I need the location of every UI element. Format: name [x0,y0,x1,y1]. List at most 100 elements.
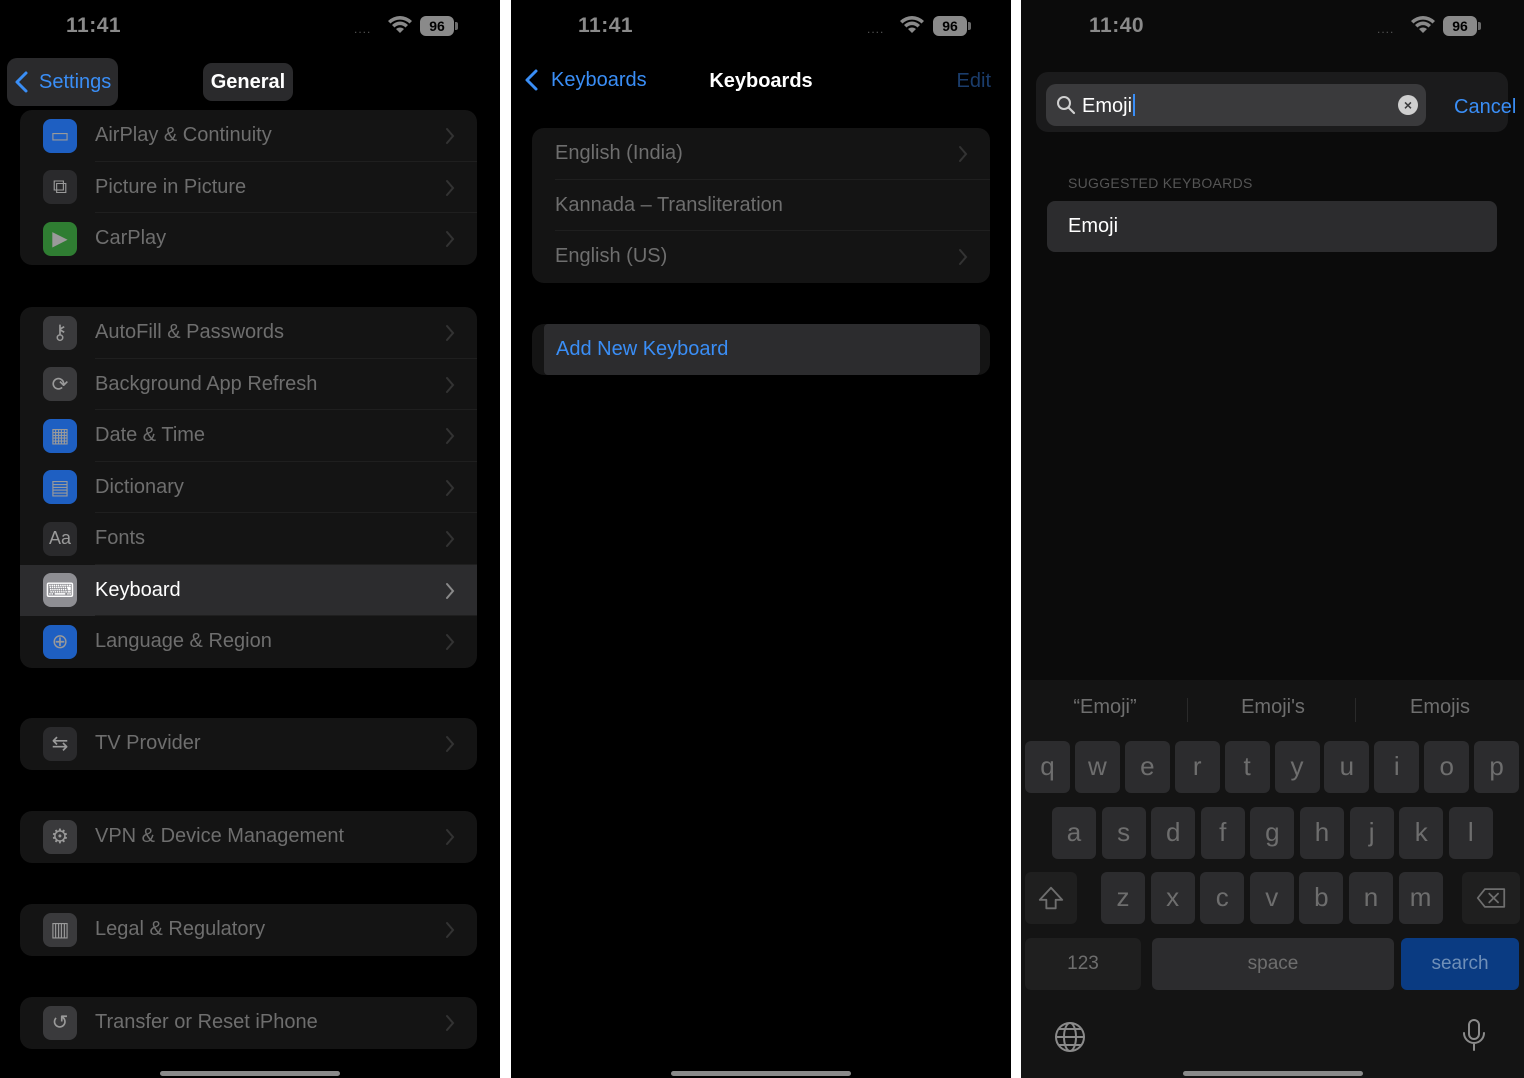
nav-bar: Settings General [0,58,500,106]
letter-key[interactable]: s [1101,807,1146,859]
letter-key[interactable]: l [1448,807,1493,859]
status-time: 11:40 [1089,14,1145,37]
chevron-right-icon [446,179,455,196]
keyboard-row-label: English (US) [555,245,668,268]
letter-key[interactable]: e [1124,741,1170,793]
letter-key[interactable]: h [1300,807,1344,859]
shift-key[interactable] [1025,872,1077,924]
cellular-signal-icon: .... [1377,22,1395,36]
settings-row[interactable]: ▥ Legal & Regulatory [20,904,477,956]
prediction-1[interactable]: “Emoji” [1025,696,1185,724]
letter-key[interactable]: y [1274,741,1320,793]
add-new-keyboard-button[interactable]: Add New Keyboard [544,324,980,375]
settings-row[interactable]: ⊕ Language & Region [20,616,477,668]
battery-indicator: 96 [1443,16,1481,36]
letter-key[interactable]: f [1200,807,1245,859]
space-key[interactable]: space [1152,938,1394,990]
letter-key[interactable]: o [1424,741,1470,793]
letter-key[interactable]: b [1299,872,1344,924]
numbers-key[interactable]: 123 [1025,938,1141,990]
settings-row[interactable]: ↺ Transfer or Reset iPhone [20,997,477,1049]
settings-row[interactable]: ⚷ AutoFill & Passwords [20,307,477,359]
cancel-button[interactable]: Cancel [1454,96,1516,119]
settings-group: ▥ Legal & Regulatory [20,904,477,956]
delete-key[interactable] [1462,872,1520,924]
globe-icon[interactable] [1053,1020,1087,1054]
chevron-right-icon [446,736,455,752]
settings-row[interactable]: ⟳ Background App Refresh [20,359,477,410]
letter-key[interactable]: k [1399,807,1444,859]
letter-key[interactable]: q [1025,741,1070,793]
edit-button[interactable]: Edit [957,70,991,93]
refresh-icon: ⟳ [43,367,77,402]
letter-key[interactable]: n [1349,872,1393,924]
backspace-icon [1476,888,1506,908]
settings-row[interactable]: ⧉ Picture in Picture [20,162,477,213]
chevron-right-icon [446,531,455,547]
letter-key[interactable]: x [1150,872,1195,924]
keyboard-row[interactable]: Kannada – Transliteration [532,180,990,231]
search-input[interactable]: Emoji × [1046,84,1426,126]
letter-key[interactable]: u [1324,741,1370,793]
settings-row[interactable]: ⇆ TV Provider [20,718,477,770]
carplay-icon: ▶ [43,221,77,256]
search-input-value: Emoji [1082,94,1136,118]
add-keyboard-section: Add New Keyboard [532,324,990,375]
letter-key[interactable]: t [1224,741,1270,793]
letter-key[interactable]: c [1200,872,1245,924]
wifi-icon [388,16,412,33]
settings-group: ▭ AirPlay & Continuity ⧉ Picture in Picture… [20,110,477,265]
keyboard-icon: ⌨ [43,573,77,608]
back-button-settings[interactable]: Settings [7,58,118,106]
search-key[interactable]: search [1401,938,1519,990]
status-bar: 11:41 .... 96 [0,0,500,54]
letter-key[interactable]: r [1174,741,1220,793]
wifi-icon [1411,16,1435,33]
letter-key[interactable]: j [1349,807,1394,859]
letter-key[interactable]: z [1101,872,1145,924]
clear-icon[interactable]: × [1398,95,1418,115]
suggested-keyboard-emoji[interactable]: Emoji [1047,201,1497,252]
letter-key[interactable]: d [1151,807,1196,859]
cellular-signal-icon: .... [867,22,885,36]
keyboard-row[interactable]: English (US) [532,231,990,283]
settings-group: ↺ Transfer or Reset iPhone [20,997,477,1049]
letter-key[interactable]: a [1052,807,1096,859]
legal-icon: ▥ [43,912,77,947]
letter-key[interactable]: g [1250,807,1295,859]
microphone-icon[interactable] [1457,1018,1491,1052]
settings-group: ⇆ TV Provider [20,718,477,770]
settings-group: ⚷ AutoFill & Passwords ⟳ Background App Ref… [20,307,477,668]
reset-icon: ↺ [43,1005,77,1040]
letter-key[interactable]: m [1398,872,1443,924]
letter-key[interactable]: w [1074,741,1120,793]
settings-row[interactable]: ▤ Dictionary [20,462,477,513]
settings-row[interactable]: ▦ Date & Time [20,410,477,462]
settings-row[interactable]: ⌨ Keyboard [20,564,477,616]
home-indicator[interactable] [671,1071,851,1076]
prediction-2[interactable]: Emoji's [1193,696,1353,724]
letter-key[interactable]: v [1249,872,1294,924]
settings-row-label: CarPlay [95,227,167,250]
home-indicator[interactable] [1182,1071,1363,1076]
settings-row[interactable]: ▶ CarPlay [20,213,477,265]
settings-row[interactable]: ▭ AirPlay & Continuity [20,110,477,162]
letter-key[interactable]: i [1374,741,1420,793]
globe-icon: ⊕ [43,624,77,659]
letter-key[interactable]: p [1474,741,1520,793]
keyboard-row-label: Kannada – Transliteration [555,193,783,216]
chevron-right-icon [446,428,455,444]
section-header: SUGGESTED KEYBOARDS [1068,175,1253,191]
wifi-icon [900,16,924,33]
picture-in-picture-icon: ⧉ [43,170,77,205]
chevron-right-icon [446,1015,455,1031]
settings-row[interactable]: ⚙ VPN & Device Management [20,811,477,863]
status-bar: 11:40 .... 96 [1021,0,1524,54]
settings-row-label: TV Provider [95,732,201,755]
settings-row[interactable]: Aa Fonts [20,513,477,565]
prediction-3[interactable]: Emojis [1360,696,1520,724]
chevron-right-icon [959,249,968,265]
keyboard-row[interactable]: English (India) [532,128,990,180]
home-indicator[interactable] [160,1071,340,1076]
nav-bar: Keyboards Keyboards Edit [511,62,1011,102]
